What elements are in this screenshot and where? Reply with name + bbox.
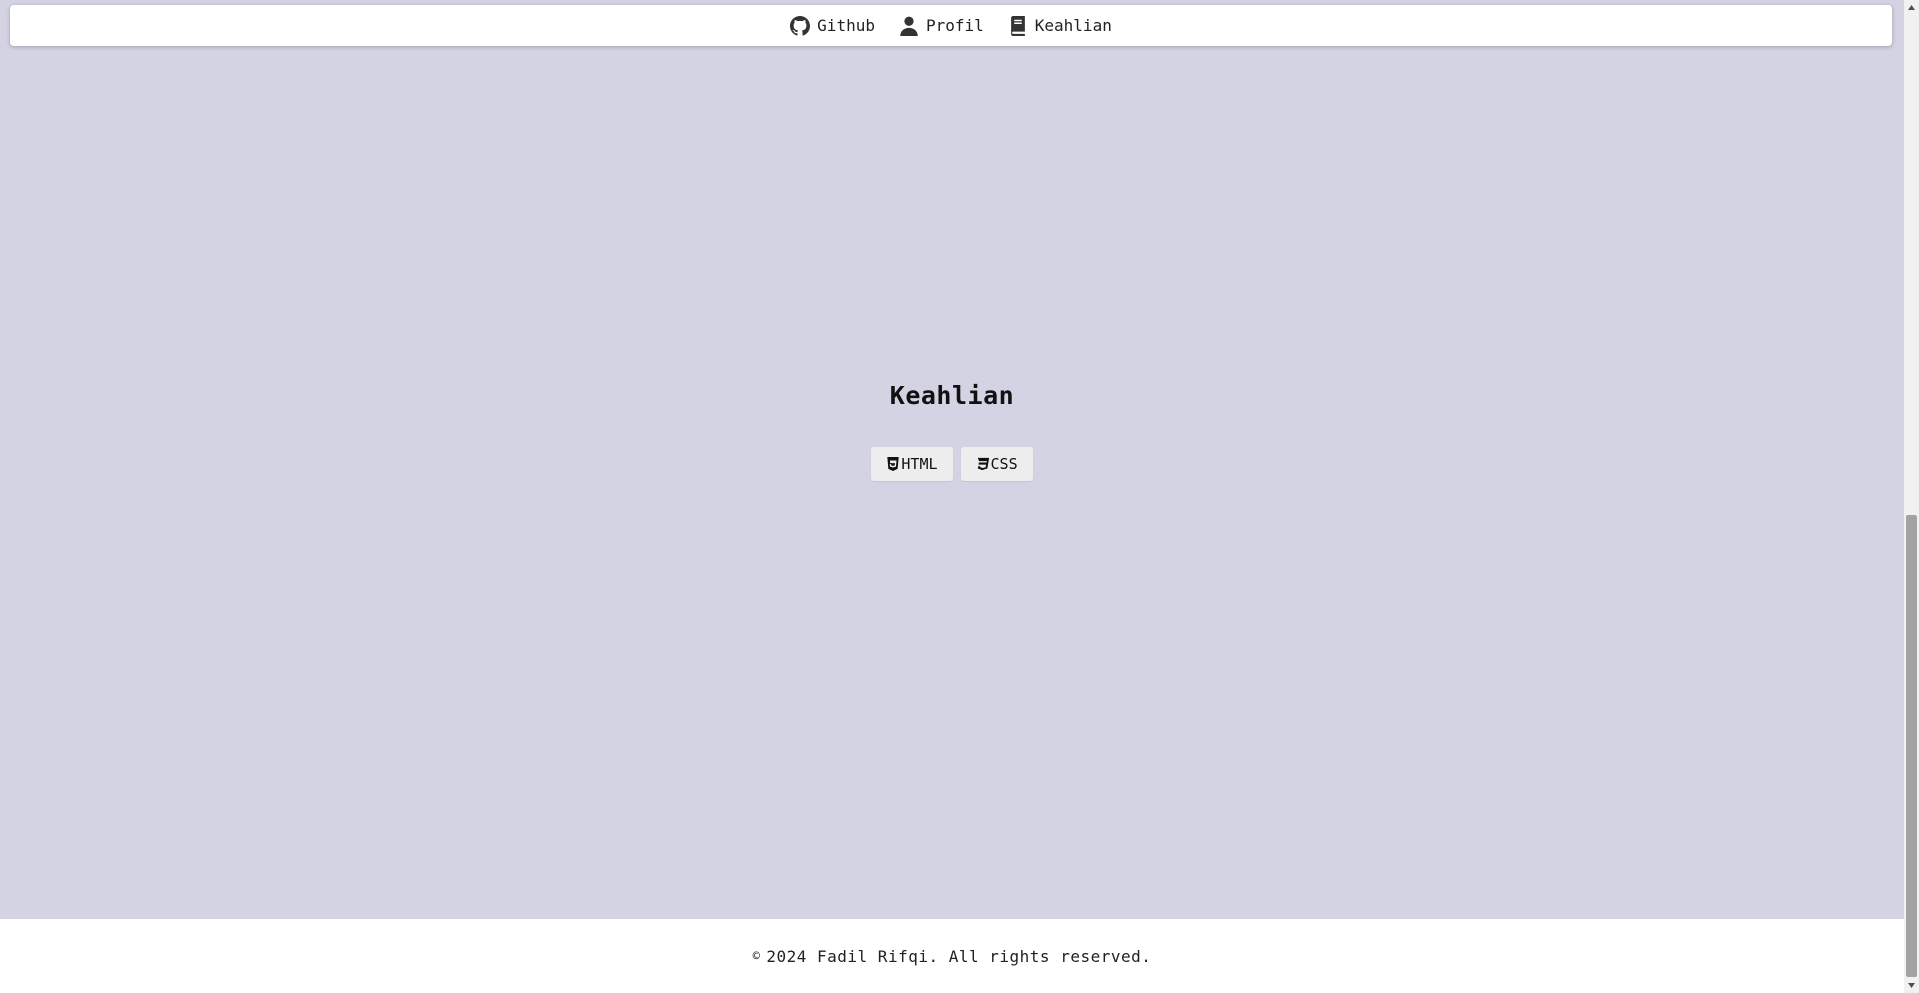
html5-icon bbox=[886, 456, 900, 471]
nav-item-label: Github bbox=[817, 16, 875, 35]
scrollbar-thumb[interactable] bbox=[1906, 515, 1917, 977]
scroll-down-arrow-icon[interactable] bbox=[1904, 978, 1919, 993]
page: Github Profil Keahlian Keahlian HTML CSS… bbox=[0, 0, 1904, 993]
top-navbar: Github Profil Keahlian bbox=[10, 5, 1892, 46]
footer-text: 2024 Fadil Rifqi. All rights reserved. bbox=[766, 946, 1152, 966]
user-icon bbox=[899, 16, 919, 36]
vertical-scrollbar[interactable] bbox=[1904, 0, 1919, 993]
github-icon bbox=[790, 15, 811, 36]
footer: © 2024 Fadil Rifqi. All rights reserved. bbox=[0, 919, 1904, 993]
skill-badge-html: HTML bbox=[871, 446, 953, 481]
copyright-symbol: © bbox=[752, 949, 761, 963]
book-icon bbox=[1008, 15, 1028, 36]
main-content: Keahlian HTML CSS bbox=[0, 46, 1904, 919]
nav-item-label: Keahlian bbox=[1034, 16, 1112, 35]
scroll-up-arrow-icon[interactable] bbox=[1904, 0, 1919, 15]
skill-label: CSS bbox=[990, 454, 1018, 473]
nav-item-profil[interactable]: Profil bbox=[899, 16, 984, 36]
section-title: Keahlian bbox=[889, 381, 1015, 410]
skill-badge-css: CSS bbox=[960, 446, 1033, 481]
css3-icon bbox=[976, 457, 990, 471]
skill-label: HTML bbox=[901, 454, 938, 473]
nav-item-label: Profil bbox=[925, 16, 984, 35]
nav-item-github[interactable]: Github bbox=[790, 15, 875, 36]
skills-list: HTML CSS bbox=[871, 446, 1033, 481]
nav-item-keahlian[interactable]: Keahlian bbox=[1008, 15, 1112, 36]
